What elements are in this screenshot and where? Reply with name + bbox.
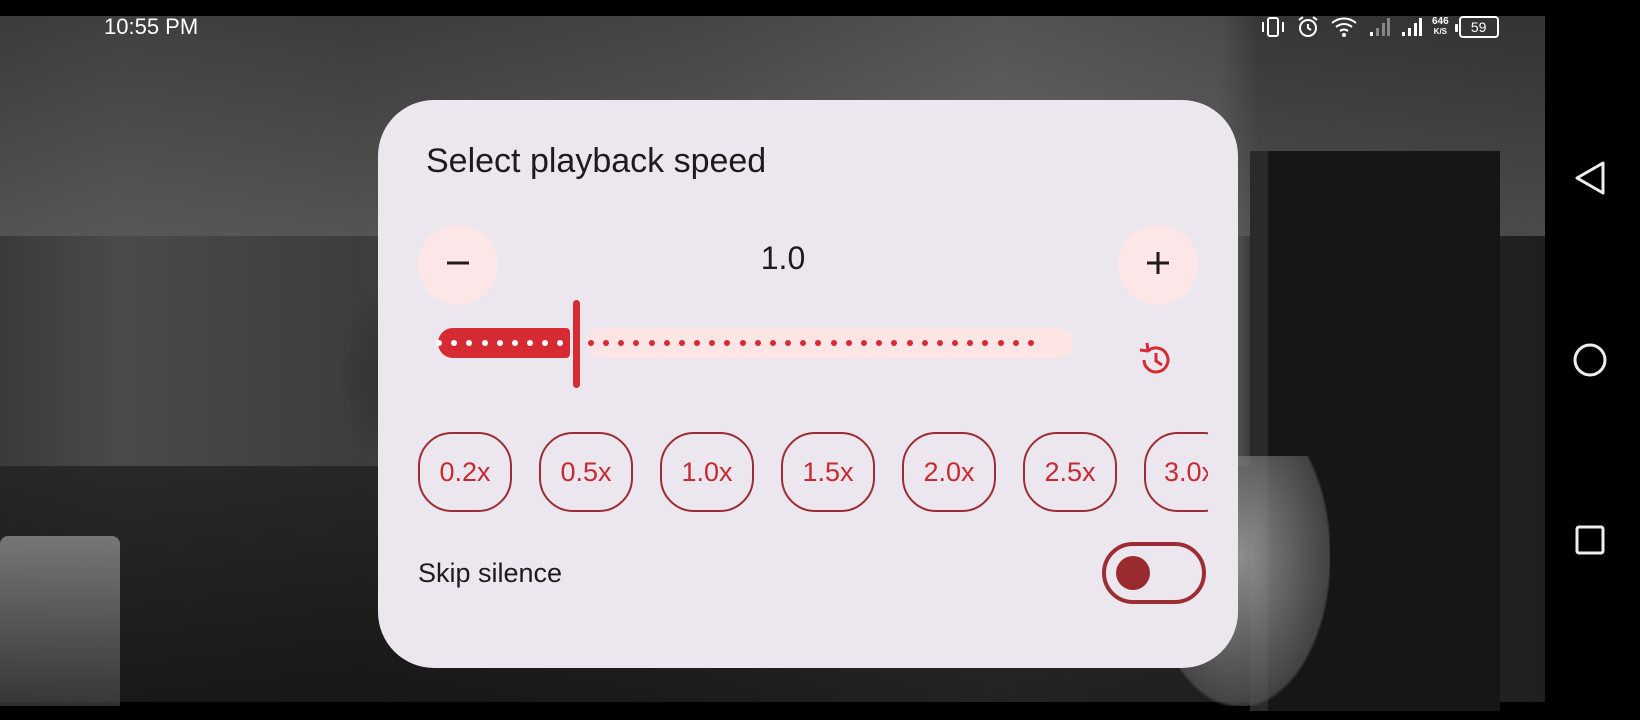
slider-tick bbox=[587, 340, 594, 346]
slider-tick bbox=[967, 340, 974, 346]
speed-value: 1.0 bbox=[760, 240, 806, 276]
slider-tick bbox=[633, 340, 640, 346]
slider-tick bbox=[982, 340, 989, 346]
battery-indicator: 59 bbox=[1454, 16, 1499, 38]
preset-chip-1.5x[interactable]: 1.5x bbox=[781, 432, 875, 512]
slider-tick-marks bbox=[436, 340, 1078, 347]
slider-tick bbox=[891, 340, 898, 346]
playback-speed-dialog: Select playback speed 1.0 0.2x 0.5x 1.0x… bbox=[378, 100, 1238, 668]
slider-tick bbox=[709, 340, 716, 346]
slider-tick bbox=[815, 340, 822, 346]
plus-icon bbox=[1145, 250, 1171, 281]
slider-tick bbox=[876, 340, 883, 346]
slider-tick bbox=[542, 340, 549, 346]
status-icons: 646 K/S 59 bbox=[1260, 14, 1499, 40]
slider-tick bbox=[921, 340, 928, 346]
switch-knob bbox=[1116, 556, 1150, 590]
slider-tick bbox=[739, 340, 746, 346]
increase-speed-button[interactable] bbox=[1118, 225, 1198, 305]
dialog-title: Select playback speed bbox=[426, 142, 767, 180]
slider-tick bbox=[481, 340, 488, 346]
slider-tick bbox=[754, 340, 761, 346]
slider-thumb[interactable] bbox=[572, 300, 580, 388]
reset-speed-button[interactable] bbox=[1133, 340, 1177, 384]
slider-tick bbox=[557, 340, 564, 346]
slider-tick bbox=[466, 340, 473, 346]
slider-tick bbox=[451, 340, 458, 346]
preset-chip-2.0x[interactable]: 2.0x bbox=[902, 432, 996, 512]
network-speed-value: 646 bbox=[1432, 16, 1449, 27]
battery-level: 59 bbox=[1470, 19, 1487, 35]
slider-tick bbox=[936, 340, 943, 346]
history-icon bbox=[1136, 341, 1174, 384]
preset-chip-0.2x[interactable]: 0.2x bbox=[418, 432, 512, 512]
slider-tick bbox=[663, 340, 670, 346]
slider-tick bbox=[648, 340, 655, 346]
home-circle-icon[interactable] bbox=[1570, 340, 1610, 380]
slider-tick bbox=[602, 340, 609, 346]
signal-2-icon bbox=[1400, 16, 1422, 38]
slider-tick bbox=[845, 340, 852, 346]
status-time: 10:55 PM bbox=[104, 14, 199, 39]
signal-1-icon bbox=[1368, 16, 1390, 38]
slider-tick bbox=[1012, 340, 1019, 346]
slider-tick bbox=[511, 340, 518, 346]
slider-tick bbox=[694, 340, 701, 346]
back-triangle-icon[interactable] bbox=[1570, 158, 1610, 198]
slider-tick bbox=[618, 340, 625, 346]
speed-slider[interactable] bbox=[436, 300, 1078, 388]
network-speed: 646 K/S bbox=[1432, 17, 1449, 37]
slider-tick bbox=[830, 340, 837, 346]
skip-silence-label: Skip silence bbox=[418, 558, 563, 588]
preset-chip-0.5x[interactable]: 0.5x bbox=[539, 432, 633, 512]
preset-chip-2.5x[interactable]: 2.5x bbox=[1023, 432, 1117, 512]
video-lamp bbox=[0, 536, 120, 706]
recents-square-icon[interactable] bbox=[1570, 520, 1610, 560]
slider-tick bbox=[785, 340, 792, 346]
slider-tick bbox=[769, 340, 776, 346]
slider-tick bbox=[800, 340, 807, 346]
preset-chip-1.0x[interactable]: 1.0x bbox=[660, 432, 754, 512]
slider-tick bbox=[906, 340, 913, 346]
slider-tick bbox=[997, 340, 1004, 346]
speed-presets: 0.2x 0.5x 1.0x 1.5x 2.0x 2.5x 3.0x bbox=[418, 432, 1208, 512]
slider-tick bbox=[952, 340, 959, 346]
alarm-icon bbox=[1296, 15, 1320, 39]
slider-tick bbox=[724, 340, 731, 346]
vibrate-icon bbox=[1260, 16, 1286, 38]
preset-chip-3.0x[interactable]: 3.0x bbox=[1144, 432, 1208, 512]
slider-tick bbox=[496, 340, 503, 346]
slider-tick bbox=[527, 340, 534, 346]
network-speed-unit: K/S bbox=[1433, 27, 1448, 36]
wifi-icon bbox=[1330, 16, 1358, 38]
slider-tick bbox=[678, 340, 685, 346]
minus-icon bbox=[445, 250, 471, 281]
decrease-speed-button[interactable] bbox=[418, 225, 498, 305]
slider-tick bbox=[1028, 340, 1034, 346]
skip-silence-switch[interactable] bbox=[1102, 542, 1206, 604]
slider-tick bbox=[861, 340, 868, 346]
slider-tick bbox=[436, 340, 442, 346]
